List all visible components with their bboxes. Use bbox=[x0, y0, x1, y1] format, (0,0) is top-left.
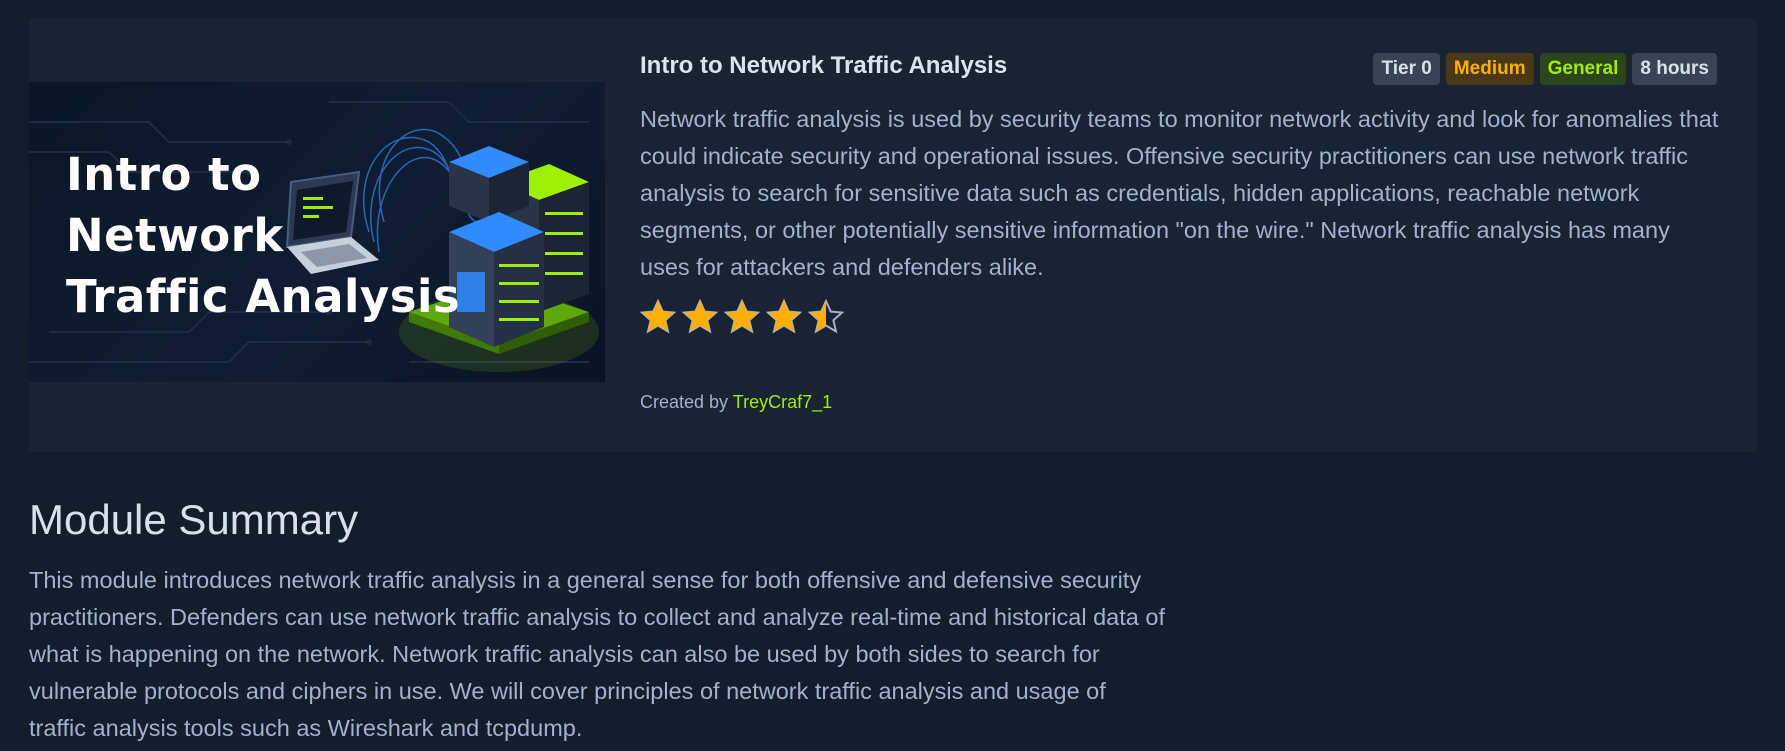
tier-badge: Tier 0 bbox=[1373, 53, 1440, 85]
duration-badge: 8 hours bbox=[1632, 53, 1717, 85]
rating-stars bbox=[640, 299, 844, 335]
module-badges: Tier 0 Medium General 8 hours bbox=[1373, 53, 1717, 85]
module-summary-text: This module introduces network traffic a… bbox=[29, 567, 1165, 741]
star-icon bbox=[682, 299, 718, 334]
thumbnail-title: Intro to Network Traffic Analysis bbox=[66, 144, 460, 327]
difficulty-badge: Medium bbox=[1445, 53, 1534, 85]
module-card: Intro to Network Traffic Analysis Intro … bbox=[29, 18, 1757, 452]
created-by-label: Created by bbox=[640, 392, 729, 412]
star-icon bbox=[724, 299, 760, 334]
star-icon bbox=[808, 299, 844, 334]
module-info: Intro to Network Traffic Analysis Tier 0… bbox=[640, 18, 1740, 452]
thumbnail-title-line-2: Network bbox=[66, 209, 284, 262]
star-icon bbox=[766, 299, 802, 334]
module-description: Network traffic analysis is used by secu… bbox=[640, 106, 1719, 280]
module-thumbnail[interactable]: Intro to Network Traffic Analysis bbox=[29, 82, 605, 382]
star-icon bbox=[640, 299, 676, 334]
category-badge: General bbox=[1539, 53, 1627, 85]
thumbnail-title-line-1: Intro to bbox=[66, 148, 262, 201]
thumbnail-title-line-3: Traffic Analysis bbox=[66, 270, 461, 323]
module-summary-heading: Module Summary bbox=[29, 496, 359, 543]
author-link[interactable]: TreyCraf7_1 bbox=[733, 392, 832, 412]
module-creator: Created by TreyCraf7_1 bbox=[640, 392, 832, 413]
module-title[interactable]: Intro to Network Traffic Analysis bbox=[640, 52, 1007, 80]
